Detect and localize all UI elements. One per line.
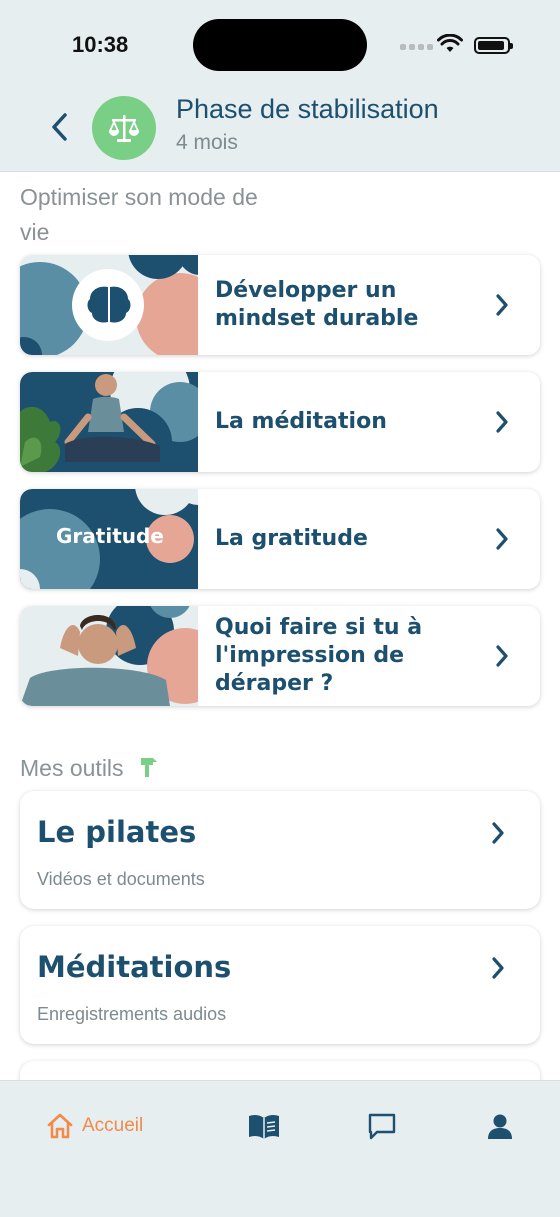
tool-title: Méditations (37, 950, 232, 984)
tool-subtitle: Vidéos et documents (37, 869, 205, 889)
nav-library[interactable] (247, 1109, 281, 1143)
battery-icon (474, 37, 513, 54)
section-title-lifestyle: Optimiser son mode de vie (20, 184, 258, 245)
card-slipping[interactable]: Quoi faire si tu à l'impression de dérap… (20, 606, 540, 706)
nav-messages[interactable] (367, 1109, 397, 1143)
chevron-right-icon (496, 411, 508, 433)
tool-card-pilates[interactable]: Le pilates Vidéos et documents (20, 791, 540, 909)
hammer-icon (140, 758, 157, 777)
gratitude-illustration: Gratitude (20, 489, 198, 589)
back-chevron-icon[interactable] (46, 110, 74, 144)
nav-profile[interactable] (487, 1109, 513, 1143)
nav-home-label: Accueil (82, 1115, 144, 1136)
tool-card-meditations[interactable]: Méditations Enregistrements audios (20, 926, 540, 1044)
card-label: Développer un mindset durable (215, 278, 419, 331)
profile-icon (488, 1114, 512, 1139)
bottom-nav: Accueil (0, 1080, 560, 1217)
balance-scale-icon (108, 115, 140, 142)
section-title-tools: Mes outils (20, 751, 157, 786)
card-mindset[interactable]: Développer un mindset durable (20, 255, 540, 355)
tool-subtitle: Enregistrements audios (37, 1004, 227, 1024)
signal-icon (400, 42, 433, 50)
home-icon (47, 1113, 73, 1139)
meditating-man-photo (20, 372, 198, 472)
phase-badge (92, 96, 156, 160)
chevron-right-icon (496, 528, 508, 550)
page-title: Phase de stabilisation (176, 94, 439, 124)
page-subtitle: 4 mois (176, 131, 238, 154)
stressed-man-photo (20, 606, 198, 706)
book-icon (249, 1114, 279, 1139)
nav-home[interactable]: Accueil (46, 1109, 143, 1143)
card-label: La méditation (215, 409, 387, 434)
section-title-tools-text: Mes outils (20, 755, 124, 781)
chevron-right-icon (496, 294, 508, 316)
tool-title: Le pilates (37, 815, 197, 849)
thumb-text: Gratitude (56, 524, 164, 548)
chevron-right-icon (492, 822, 504, 844)
wifi-icon (437, 34, 463, 52)
chevron-right-icon (496, 645, 508, 667)
top-header: 10:38 Phase de stabilisation 4 mois (0, 0, 560, 172)
card-label: Quoi faire si tu à l'impression de dérap… (215, 615, 423, 696)
chevron-right-icon (492, 957, 504, 979)
chat-icon (368, 1113, 396, 1140)
brain-illustration (20, 255, 198, 355)
card-gratitude[interactable]: Gratitude La gratitude (20, 489, 540, 589)
dynamic-island (193, 19, 367, 71)
card-label: La gratitude (215, 526, 368, 551)
status-time: 10:38 (72, 32, 129, 57)
card-meditation[interactable]: La méditation (20, 372, 540, 472)
